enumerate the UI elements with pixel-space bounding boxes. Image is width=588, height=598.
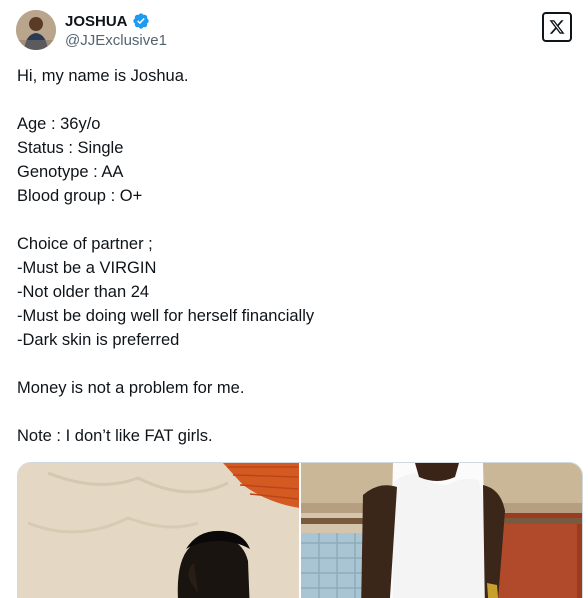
tweet-text: Hi, my name is Joshua. Age : 36y/o Statu… xyxy=(17,64,572,448)
tweet-line: -Must be doing well for herself financia… xyxy=(17,307,315,325)
media-photo-1[interactable] xyxy=(18,463,299,598)
author-name-row: JOSHUA xyxy=(65,12,150,30)
tweet-line: Money is not a problem for me. xyxy=(17,379,245,397)
author-handle[interactable]: @JJExclusive1 xyxy=(65,32,167,49)
verified-badge-icon xyxy=(132,12,150,30)
tweet-line: Choice of partner ; xyxy=(17,235,153,253)
tweet-line: Blood group : O+ xyxy=(17,187,143,205)
tweet-line: Hi, my name is Joshua. xyxy=(17,67,189,85)
photo-1-image xyxy=(18,463,299,598)
photo-2-image xyxy=(301,463,582,598)
tweet-card: JOSHUA @JJExclusive1 Hi, my name is Josh… xyxy=(0,0,588,598)
author-name[interactable]: JOSHUA xyxy=(65,13,128,30)
tweet-header: JOSHUA @JJExclusive1 xyxy=(16,10,572,54)
tweet-line: -Dark skin is preferred xyxy=(17,331,180,349)
tweet-line: Age : 36y/o xyxy=(17,115,101,133)
tweet-line: Genotype : AA xyxy=(17,163,124,181)
x-logo-icon[interactable] xyxy=(542,12,572,42)
media-photo-2[interactable] xyxy=(301,463,582,598)
avatar[interactable] xyxy=(16,10,56,50)
tweet-line: Note : I don’t like FAT girls. xyxy=(17,427,213,445)
tweet-line: -Not older than 24 xyxy=(17,283,150,301)
tweet-line: -Must be a VIRGIN xyxy=(17,259,157,277)
avatar-image xyxy=(16,10,56,50)
tweet-media-grid xyxy=(17,462,583,598)
tweet-line: Status : Single xyxy=(17,139,124,157)
